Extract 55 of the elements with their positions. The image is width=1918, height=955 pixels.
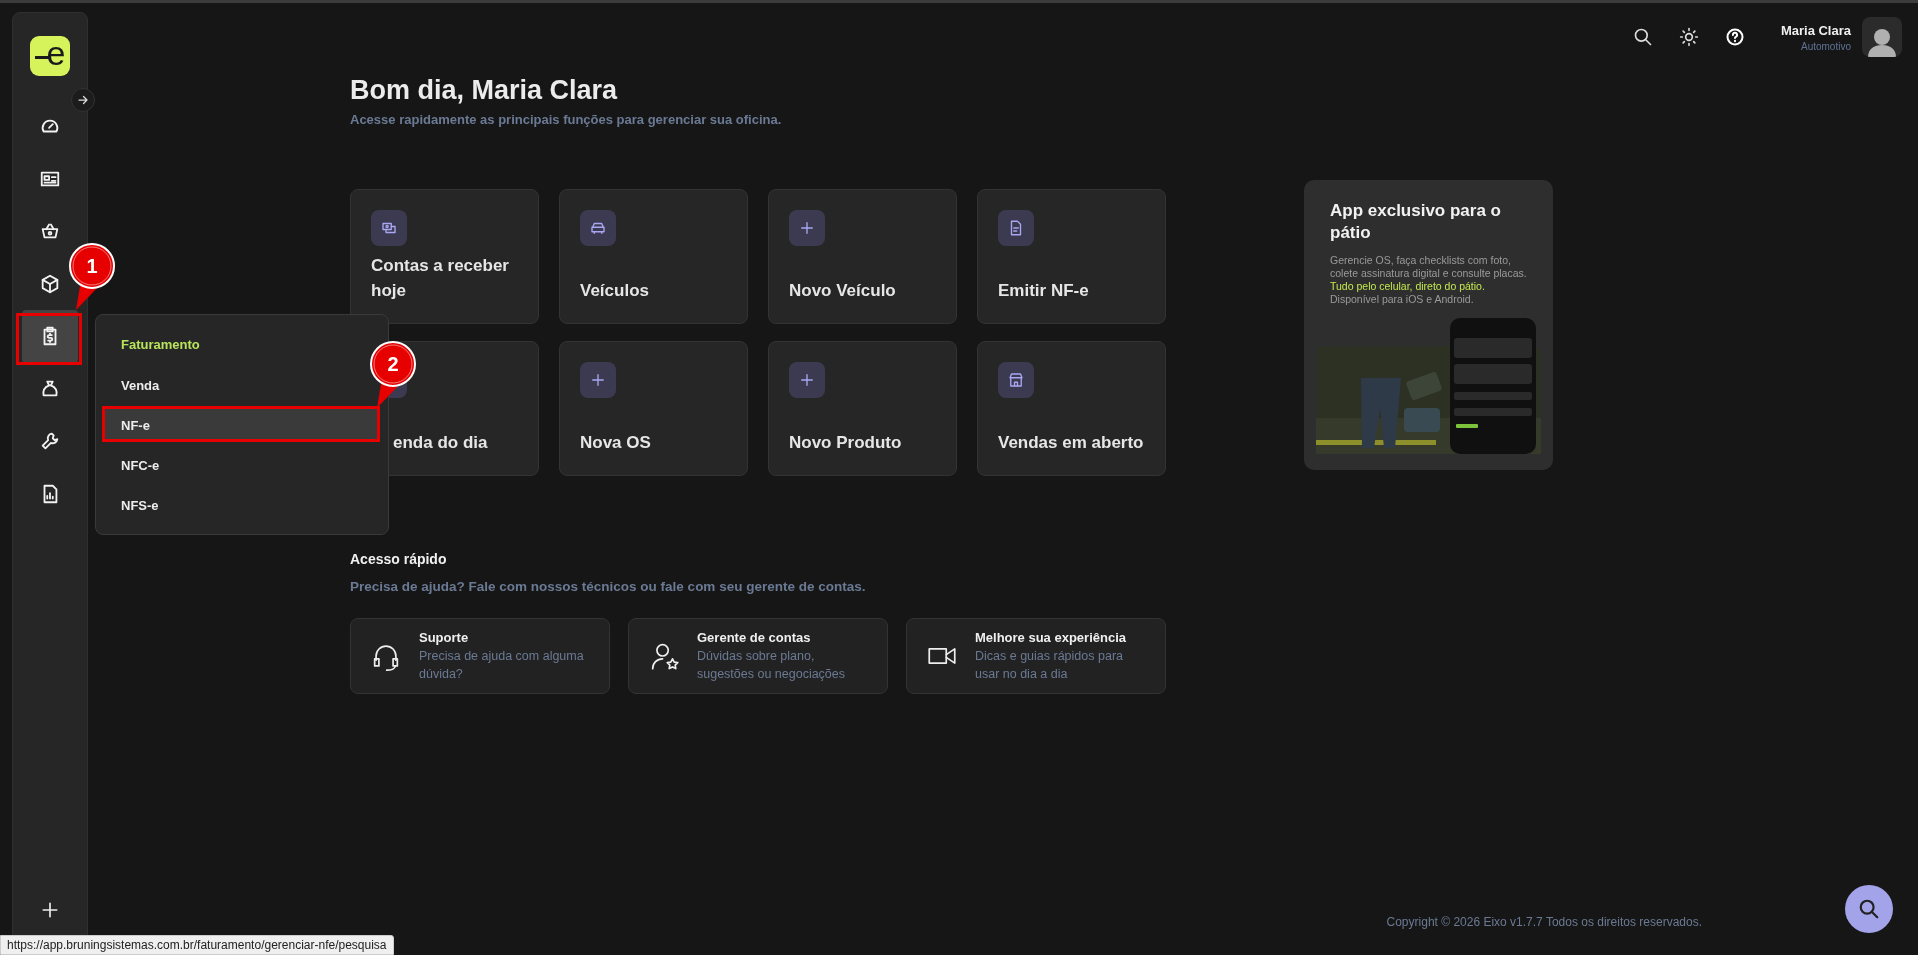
greeting-subtitle: Acesse rapidamente as principais funções para gerenciar sua oficina. bbox=[350, 112, 783, 127]
section-subtitle: Precisa de ajuda? Fale com nossos técnicos ou fale com seu gerente de contas. bbox=[350, 579, 867, 594]
quick-access-description: Dicas e guias rápidos para usar no dia a dia bbox=[975, 647, 1124, 683]
search-button[interactable] bbox=[1845, 885, 1893, 933]
quick-access-card[interactable]: Gerente de contas Dúvidas sobre plano, sugestões ou negociações bbox=[628, 618, 888, 694]
shortcut-label: enda do dia bbox=[392, 432, 488, 454]
highlight-frame bbox=[16, 313, 82, 365]
sun-icon bbox=[1678, 27, 1699, 47]
copyright: Copyright © 2026 Eixo v1.7.7 Todos os direitos reservados. bbox=[1386, 915, 1702, 929]
shortcut-label: Veículos bbox=[580, 280, 649, 302]
search-icon bbox=[1858, 898, 1880, 920]
shortcut-card[interactable]: Nova OS bbox=[559, 341, 748, 476]
submenu-item[interactable]: NFS-e bbox=[104, 488, 378, 522]
user-name: Maria Clara bbox=[1780, 22, 1851, 38]
status-url: https://app.bruningsistemas.com.br/faturamento/gerenciar-nfe/pesquisa bbox=[0, 935, 394, 955]
user-role: Automotivo bbox=[1800, 40, 1851, 52]
quick-access-card[interactable]: Melhore sua experiência Dicas e guias rápidos para usar no dia a dia bbox=[906, 618, 1166, 694]
quick-access-card[interactable]: Suporte Precisa de ajuda com alguma dúvida? bbox=[350, 618, 610, 694]
plus-icon bbox=[798, 371, 816, 389]
quick-access-title: Melhore sua experiência bbox=[975, 629, 1127, 645]
plus-icon bbox=[41, 901, 59, 919]
shortcut-card[interactable]: Novo Produto bbox=[768, 341, 957, 476]
expand-button[interactable] bbox=[71, 88, 95, 112]
search-icon bbox=[1632, 27, 1653, 47]
sidebar-item[interactable] bbox=[22, 310, 78, 363]
shortcut-label: Novo Produto bbox=[789, 432, 902, 454]
shortcut-card[interactable]: Novo Veículo bbox=[768, 189, 957, 324]
shortcut-label: Nova OS bbox=[580, 432, 651, 454]
shortcut-label: Emitir NF-e bbox=[998, 280, 1089, 302]
help-icon bbox=[1724, 27, 1745, 47]
greeting-title: Bom dia, Maria Clara bbox=[350, 75, 619, 106]
avatar[interactable] bbox=[1862, 17, 1902, 57]
shortcut-card[interactable]: Vendas em aberto bbox=[977, 341, 1166, 476]
shortcut-card[interactable]: Veículos bbox=[559, 189, 748, 324]
section-title: Acesso rápido bbox=[350, 551, 448, 567]
submenu-title: Faturamento bbox=[120, 336, 201, 354]
quick-access-title: Suporte bbox=[419, 629, 470, 645]
shortcut-card[interactable]: Contas a receber hoje bbox=[350, 189, 539, 324]
plus-icon bbox=[798, 219, 816, 237]
user-silhouette-icon bbox=[1866, 27, 1898, 57]
store-icon bbox=[1007, 371, 1025, 389]
shortcut-label: Novo Veículo bbox=[789, 280, 896, 302]
arrow-right-icon bbox=[77, 94, 89, 106]
quick-access-title: Gerente de contas bbox=[697, 629, 812, 645]
logo[interactable]: e bbox=[30, 36, 70, 76]
callout-tooltip: 1 bbox=[66, 240, 118, 312]
plus-icon bbox=[589, 371, 607, 389]
quick-access-description: Precisa de ajuda com alguma dúvida? bbox=[419, 647, 585, 683]
shortcut-label: Vendas em aberto bbox=[998, 432, 1144, 454]
promo-title: App exclusivo para o pátio bbox=[1330, 200, 1502, 244]
promo-text: Gerencie OS, faça checklists com foto, colete assinatura digital e consulte placas. Tudo pelo celular, direto do pátio. Disponível para iOS e Android. bbox=[1330, 254, 1527, 306]
shortcut-card[interactable]: Emitir NF-e bbox=[977, 189, 1166, 324]
shortcut-label: Contas a receber hoje bbox=[371, 255, 510, 302]
quick-access-description: Dúvidas sobre plano, sugestões ou negociações bbox=[697, 647, 847, 683]
cube-icon bbox=[39, 272, 61, 295]
